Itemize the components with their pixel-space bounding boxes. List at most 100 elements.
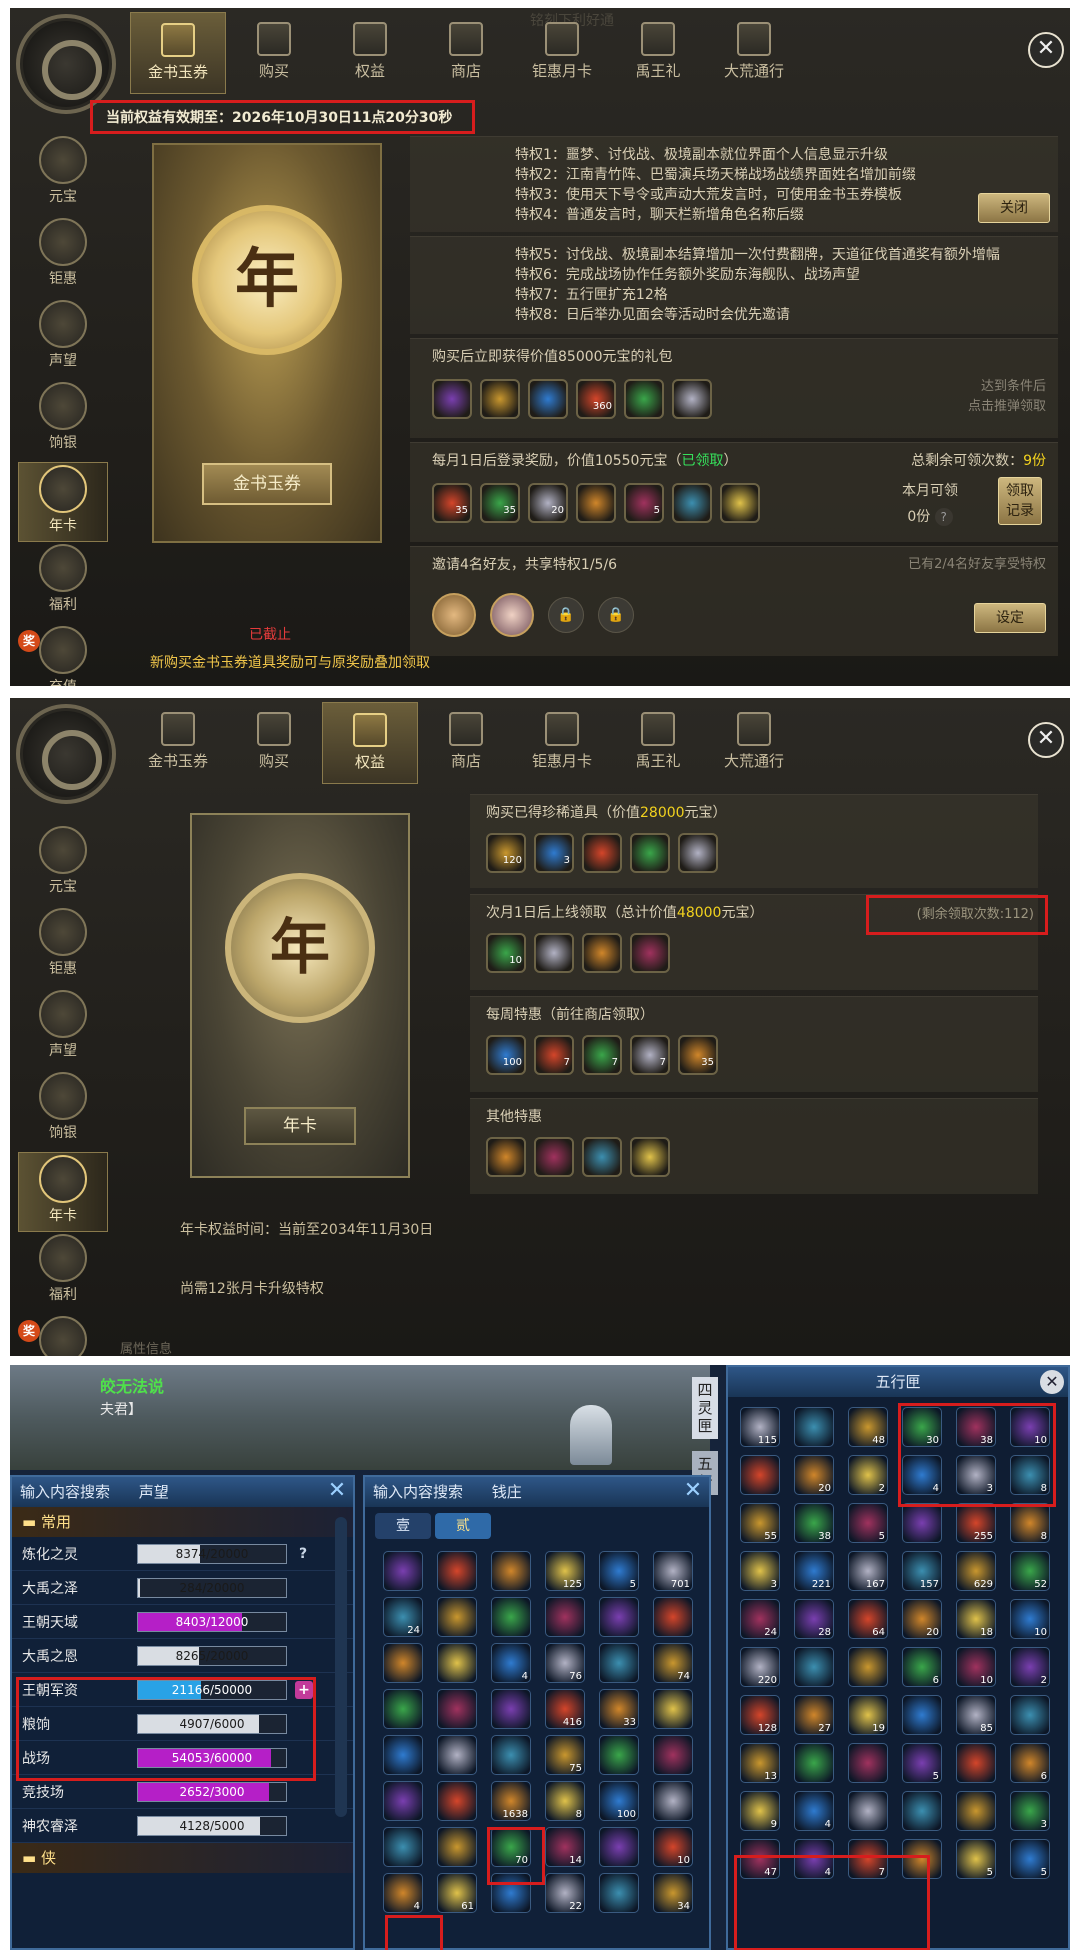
item-slot[interactable] (582, 933, 622, 973)
tab-2[interactable]: 权益 (322, 702, 418, 784)
item-slot[interactable]: 100 (486, 1035, 526, 1075)
inventory-slot[interactable]: 5 (848, 1503, 888, 1543)
inventory-slot[interactable]: 157 (902, 1551, 942, 1591)
close-icon[interactable]: ✕ (681, 1480, 705, 1504)
inventory-slot[interactable] (902, 1503, 942, 1543)
search-input[interactable]: 输入内容搜索 (20, 1483, 110, 1501)
inventory-slot[interactable] (902, 1695, 942, 1735)
inventory-slot[interactable]: 10 (956, 1647, 996, 1687)
tab-5[interactable]: 禹王礼 (610, 702, 706, 784)
scrollbar[interactable] (335, 1517, 347, 1817)
inventory-slot[interactable] (383, 1551, 423, 1591)
inventory-slot[interactable]: 10 (1010, 1599, 1050, 1639)
search-input[interactable]: 输入内容搜索 (373, 1483, 463, 1501)
friend-avatar[interactable] (490, 593, 534, 637)
side-nav-item[interactable]: 充值 奖 (18, 626, 108, 686)
inventory-slot[interactable]: 167 (848, 1551, 888, 1591)
inventory-slot[interactable]: 128 (740, 1695, 780, 1735)
item-slot[interactable]: 35 (678, 1035, 718, 1075)
item-slot[interactable] (624, 379, 664, 419)
close-privilege-button[interactable]: 关闭 (978, 193, 1050, 223)
item-slot[interactable]: 20 (528, 483, 568, 523)
side-tab-siling[interactable]: 四灵匣 (692, 1377, 718, 1439)
inventory-slot[interactable]: 6 (1010, 1743, 1050, 1783)
inventory-slot[interactable]: 19 (848, 1695, 888, 1735)
item-slot[interactable]: 10 (486, 933, 526, 973)
inventory-slot[interactable]: 5 (902, 1743, 942, 1783)
tab-0[interactable]: 金书玉券 (130, 12, 226, 94)
claim-record-button[interactable]: 领取 记录 (998, 477, 1042, 525)
item-slot[interactable] (534, 933, 574, 973)
inventory-slot[interactable]: 13 (740, 1743, 780, 1783)
help-icon[interactable]: ? (299, 1546, 307, 1562)
side-nav-item[interactable]: 声望 (18, 990, 108, 1070)
side-nav-item[interactable]: 福利 (18, 544, 108, 624)
item-slot[interactable]: 7 (534, 1035, 574, 1075)
inventory-slot[interactable] (383, 1689, 423, 1729)
inventory-slot[interactable]: 61 (437, 1873, 477, 1913)
settings-button[interactable]: 设定 (974, 603, 1046, 633)
item-slot[interactable]: 3 (534, 833, 574, 873)
inventory-slot[interactable] (437, 1735, 477, 1775)
inventory-slot[interactable] (437, 1551, 477, 1591)
inventory-slot[interactable]: 22 (545, 1873, 585, 1913)
inventory-slot[interactable] (437, 1781, 477, 1821)
tab-4[interactable]: 钜惠月卡 (514, 12, 610, 94)
inventory-slot[interactable] (740, 1455, 780, 1495)
inventory-slot[interactable] (653, 1781, 693, 1821)
inventory-slot[interactable]: 8 (1010, 1503, 1050, 1543)
inventory-slot[interactable] (437, 1689, 477, 1729)
inventory-slot[interactable]: 76 (545, 1643, 585, 1683)
inventory-slot[interactable] (383, 1643, 423, 1683)
item-slot[interactable]: 120 (486, 833, 526, 873)
inventory-slot[interactable]: 20 (902, 1599, 942, 1639)
inventory-slot[interactable]: 629 (956, 1551, 996, 1591)
side-nav-item[interactable]: 饷银 (18, 1072, 108, 1152)
help-icon[interactable]: ? (934, 508, 953, 526)
item-slot[interactable] (630, 833, 670, 873)
inventory-slot[interactable] (491, 1597, 531, 1637)
item-slot[interactable]: 5 (624, 483, 664, 523)
inventory-slot[interactable]: 221 (794, 1551, 834, 1591)
section-header[interactable]: ▬ 侠 (12, 1843, 353, 1873)
item-slot[interactable] (630, 1137, 670, 1177)
lock-icon[interactable]: 🔒 (598, 597, 634, 633)
item-slot[interactable] (534, 1137, 574, 1177)
item-slot[interactable]: 360 (576, 379, 616, 419)
inventory-slot[interactable]: 48 (848, 1407, 888, 1447)
inventory-slot[interactable] (956, 1791, 996, 1831)
inventory-slot[interactable]: 100 (599, 1781, 639, 1821)
tab-6[interactable]: 大荒通行 (706, 702, 802, 784)
item-slot[interactable] (672, 483, 712, 523)
inventory-slot[interactable]: 6 (902, 1647, 942, 1687)
inventory-slot[interactable]: 34 (653, 1873, 693, 1913)
inventory-slot[interactable] (437, 1827, 477, 1867)
inventory-slot[interactable] (653, 1689, 693, 1729)
item-slot[interactable]: 7 (630, 1035, 670, 1075)
item-slot[interactable] (432, 379, 472, 419)
side-nav-item[interactable]: 钜惠 (18, 908, 108, 988)
inventory-slot[interactable] (437, 1643, 477, 1683)
inventory-slot[interactable] (491, 1735, 531, 1775)
inventory-slot[interactable] (599, 1643, 639, 1683)
item-slot[interactable]: 35 (432, 483, 472, 523)
inventory-slot[interactable]: 55 (740, 1503, 780, 1543)
lock-icon[interactable]: 🔒 (548, 597, 584, 633)
inventory-slot[interactable] (902, 1791, 942, 1831)
item-slot[interactable] (720, 483, 760, 523)
inventory-slot[interactable]: 701 (653, 1551, 693, 1591)
inventory-slot[interactable]: 4 (491, 1643, 531, 1683)
inventory-slot[interactable] (794, 1647, 834, 1687)
inventory-slot[interactable]: 9 (740, 1791, 780, 1831)
inventory-slot[interactable]: 38 (794, 1503, 834, 1543)
side-nav-item[interactable]: 钜惠 (18, 218, 108, 298)
close-icon[interactable]: ✕ (1028, 32, 1064, 68)
item-slot[interactable] (576, 483, 616, 523)
inventory-slot[interactable]: 20 (794, 1455, 834, 1495)
inventory-slot[interactable] (794, 1407, 834, 1447)
inventory-slot[interactable]: 3 (1010, 1791, 1050, 1831)
tab-4[interactable]: 钜惠月卡 (514, 702, 610, 784)
inventory-slot[interactable]: 28 (794, 1599, 834, 1639)
inventory-slot[interactable]: 2 (1010, 1647, 1050, 1687)
tab-3[interactable]: 商店 (418, 12, 514, 94)
